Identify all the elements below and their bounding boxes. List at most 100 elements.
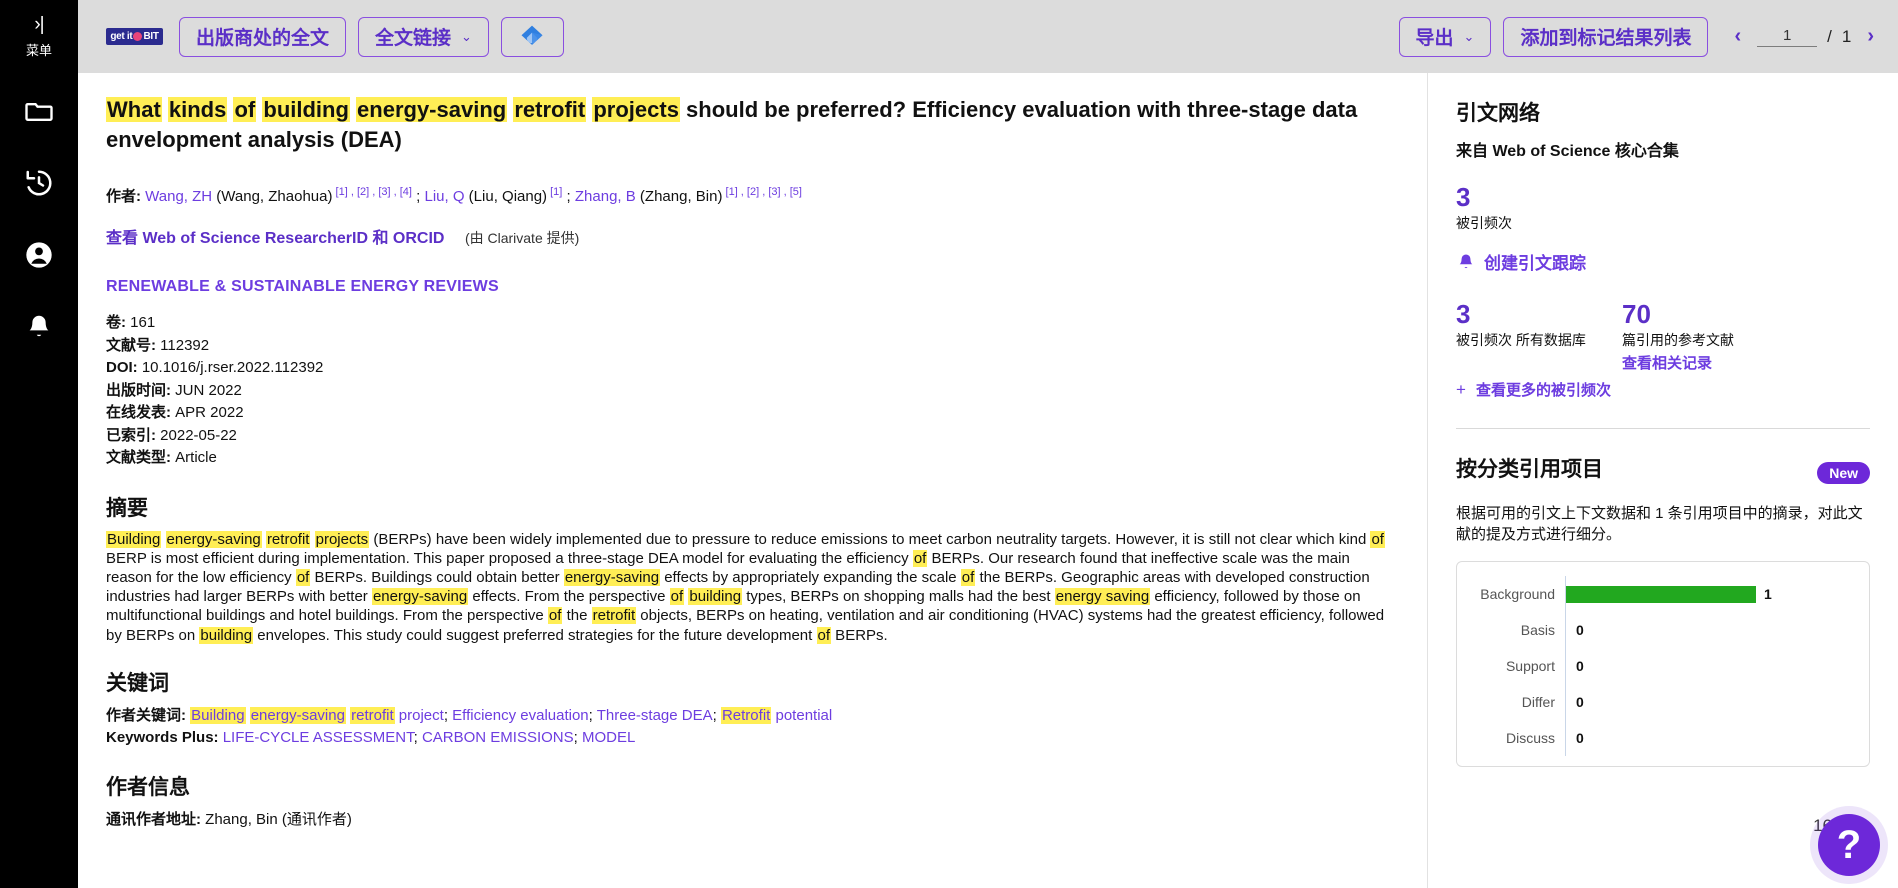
highlight-term: building	[688, 588, 742, 605]
keywords-plus-link[interactable]: CARBON EMISSIONS	[422, 729, 574, 746]
sidebar-item-account[interactable]	[19, 235, 59, 275]
sidebar-item-history[interactable]	[19, 163, 59, 203]
author-keywords-row: 作者关键词: Building energy-saving retrofit p…	[106, 705, 1399, 727]
add-to-marked-list-button[interactable]: 添加到标记结果列表	[1503, 17, 1708, 57]
keywords-plus-row: Keywords Plus: LIFE-CYCLE ASSESSMENT; CA…	[106, 727, 1399, 749]
export-button[interactable]: 导出 ⌄	[1399, 17, 1492, 57]
chart-bar-value: 0	[1576, 658, 1584, 674]
author-link[interactable]: Wang, ZH	[145, 188, 212, 205]
view-more-citations-link[interactable]: + 查看更多的被引频次	[1456, 379, 1870, 400]
keywords-plus-link[interactable]: LIFE-CYCLE ASSESSMENT	[223, 729, 414, 746]
author-link[interactable]: Zhang, B	[575, 188, 636, 205]
times-cited-count: 3	[1456, 183, 1870, 211]
metadata-value: 10.1016/j.rser.2022.112392	[138, 359, 324, 376]
metadata-key: 出版时间:	[106, 382, 171, 399]
all-db-count: 3	[1456, 300, 1622, 328]
fulltext-at-publisher-button[interactable]: 出版商处的全文	[179, 17, 346, 57]
chart-bar-row: 0	[1566, 720, 1853, 756]
export-label: 导出	[1416, 23, 1454, 50]
chart-category-label: Background	[1465, 576, 1565, 612]
status-badge: New	[1817, 462, 1870, 484]
all-db-label: 被引频次 所有数据库	[1456, 330, 1622, 350]
highlight-term: Building	[106, 531, 161, 548]
prev-record-button[interactable]: ‹	[1728, 23, 1747, 50]
chart-bar[interactable]	[1566, 586, 1756, 603]
author-keyword-link[interactable]: Efficiency evaluation	[452, 707, 588, 724]
highlight-term: of	[1370, 531, 1385, 548]
abstract-heading: 摘要	[106, 492, 1399, 522]
get-it-bit-logo[interactable]: get itBIT	[106, 28, 163, 45]
author-affiliation-refs[interactable]: [1]	[547, 186, 562, 198]
cited-refs-label: 篇引用的参考文献	[1622, 330, 1734, 350]
sidebar-item-folder[interactable]	[19, 91, 59, 131]
metadata-row: 在线发表: APR 2022	[106, 402, 1399, 425]
highlight-term: energy-saving	[166, 531, 262, 548]
highlight-term: of	[296, 569, 311, 586]
metadata-row: 卷: 161	[106, 312, 1399, 335]
page-total: 1	[1842, 27, 1851, 47]
metadata-key: DOI:	[106, 359, 138, 376]
author-keywords-list: Building energy-saving retrofit project;…	[190, 707, 832, 724]
sidebar-item-alerts[interactable]	[19, 307, 59, 347]
highlight-term: retrofit	[513, 97, 586, 122]
chart-bar-row: 1	[1566, 576, 1853, 612]
metadata-key: 文献号:	[106, 337, 156, 354]
metadata-row: 文献类型: Article	[106, 447, 1399, 470]
bell-icon	[1456, 252, 1476, 272]
keywords-plus-link[interactable]: MODEL	[582, 729, 635, 746]
chart-category-label: Differ	[1465, 684, 1565, 720]
chart-grid: BackgroundBasisSupportDifferDiscuss 1000…	[1465, 576, 1853, 756]
author-link[interactable]: Liu, Q	[424, 188, 464, 205]
help-button[interactable]: ?	[1818, 814, 1880, 876]
question-mark-icon: ?	[1837, 823, 1861, 868]
highlight-term: building	[199, 627, 253, 644]
record-body: What kinds of building energy-saving ret…	[78, 73, 1898, 888]
highlight-term: energy saving	[1055, 588, 1150, 605]
highlight-term: of	[961, 569, 976, 586]
times-cited-label: 被引频次	[1456, 213, 1870, 233]
author-keyword-link[interactable]: Retrofit potential	[721, 707, 832, 724]
author-full-name: (Zhang, Bin)	[636, 188, 723, 205]
expand-menu-icon: ›|	[34, 14, 43, 36]
keywords-heading: 关键词	[106, 667, 1399, 697]
researcher-id-note: (由 Clarivate 提供)	[465, 230, 579, 246]
researcher-id-row: 查看 Web of Science ResearcherID 和 ORCID (…	[106, 224, 1399, 248]
author-affiliation-refs[interactable]: [1] , [2] , [3] , [5]	[722, 186, 801, 198]
view-more-citations-label: 查看更多的被引频次	[1476, 379, 1611, 400]
highlight-term: What	[106, 97, 162, 122]
record-metadata: 卷: 161 文献号: 112392 DOI: 10.1016/j.rser.202…	[106, 312, 1399, 470]
stat-all-databases: 3 被引频次 所有数据库	[1456, 300, 1622, 373]
author-keywords-label: 作者关键词:	[106, 707, 186, 724]
add-to-marked-list-label: 添加到标记结果列表	[1520, 23, 1691, 50]
menu-toggle[interactable]: ›| 菜单	[26, 14, 52, 59]
create-citation-alert-button[interactable]: 创建引文跟踪	[1456, 249, 1870, 274]
next-record-button[interactable]: ›	[1861, 23, 1880, 50]
chart-category-label: Basis	[1465, 612, 1565, 648]
category-description: 根据可用的引文上下文数据和 1 条引用项目中的摘录，对此文献的提及方式进行细分。	[1456, 503, 1870, 545]
page-number-input[interactable]	[1757, 26, 1817, 47]
metadata-value: 112392	[156, 337, 209, 354]
author-full-name: (Liu, Qiang)	[465, 188, 548, 205]
corresponding-address-label: 通讯作者地址:	[106, 811, 201, 828]
chevron-down-icon: ⌄	[1464, 29, 1475, 45]
page-separator: /	[1827, 27, 1832, 47]
highlight-term: kinds	[168, 97, 227, 122]
metadata-key: 已索引:	[106, 427, 156, 444]
getit-dot-icon	[133, 32, 142, 41]
author-info-heading: 作者信息	[106, 771, 1399, 801]
researcher-id-link[interactable]: 查看 Web of Science ResearcherID 和 ORCID	[106, 230, 444, 247]
fulltext-links-button[interactable]: 全文链接 ⌄	[358, 17, 489, 57]
diamond-action-button[interactable]	[501, 17, 564, 57]
metadata-row: 出版时间: JUN 2022	[106, 380, 1399, 403]
fulltext-at-publisher-label: 出版商处的全文	[196, 23, 329, 50]
view-related-records-link[interactable]: 查看相关记录	[1622, 352, 1734, 373]
highlight-term: of	[817, 627, 832, 644]
author-keyword-link[interactable]: Three-stage DEA	[597, 707, 713, 724]
citation-stats: 3 被引频次 所有数据库 70 篇引用的参考文献 查看相关记录	[1456, 300, 1870, 373]
author-keyword-link[interactable]: Building energy-saving retrofit project	[190, 707, 444, 724]
journal-title-link[interactable]: RENEWABLE & SUSTAINABLE ENERGY REVIEWS	[106, 278, 1399, 296]
authors-list: Wang, ZH (Wang, Zhaohua) [1] , [2] , [3]…	[145, 188, 802, 205]
author-affiliation-refs[interactable]: [1] , [2] , [3] , [4]	[332, 186, 411, 198]
highlight-term: Retrofit	[721, 707, 771, 724]
chart-category-label: Support	[1465, 648, 1565, 684]
